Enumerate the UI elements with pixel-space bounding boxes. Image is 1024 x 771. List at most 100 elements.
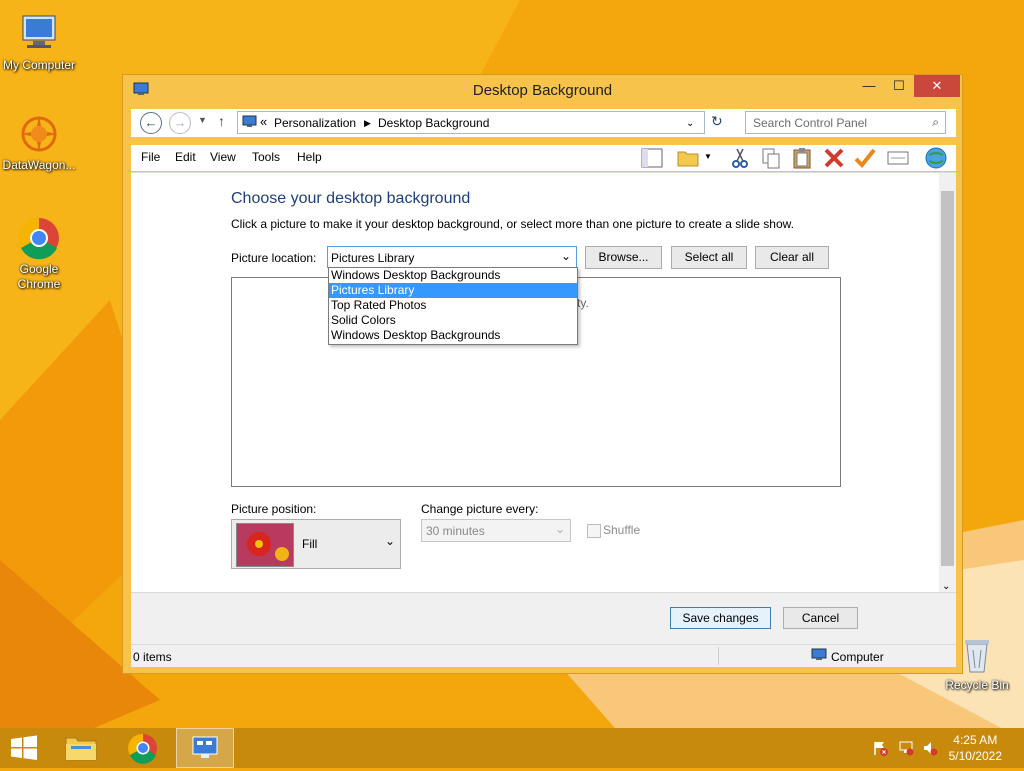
chevron-right-icon[interactable]: ▶ [364, 118, 371, 129]
check-icon[interactable] [853, 146, 877, 170]
picture-location-value: Pictures Library [331, 251, 415, 265]
menu-bar: File Edit View Tools Help ▼ [131, 145, 956, 171]
computer-icon [17, 12, 61, 56]
chevron-down-icon[interactable]: ⌄ [686, 118, 694, 129]
clock-time: 4:25 AM [953, 733, 998, 747]
picture-area-message: ty. [577, 296, 589, 310]
control-panel-icon [242, 115, 257, 132]
picture-position-value: Fill [302, 537, 318, 551]
chevron-down-icon: ⌄ [560, 249, 571, 263]
chrome-icon [17, 216, 61, 260]
content-pane: Choose your desktop background Click a p… [131, 172, 956, 593]
picture-position-preview-image [236, 523, 294, 567]
picture-location-label: Picture location: [231, 251, 317, 265]
shuffle-checkbox[interactable] [587, 524, 601, 538]
file-explorer-taskbar-button[interactable] [57, 728, 105, 768]
globe-icon[interactable] [924, 146, 948, 170]
paste-icon[interactable] [790, 146, 814, 170]
change-picture-value: 30 minutes [426, 524, 485, 538]
copy-icon[interactable] [759, 146, 783, 170]
dropdown-option-solid-colors[interactable]: Solid Colors [329, 313, 577, 328]
minimize-button[interactable]: — [854, 75, 884, 97]
start-button[interactable] [0, 728, 48, 768]
navigation-row: ← → ▼ ↑ « Personalization ▶ Desktop Back… [131, 109, 956, 137]
scroll-down-arrow-icon[interactable]: ⌄ [942, 581, 950, 592]
dropdown-option-windows-desktop-backgrounds-2[interactable]: Windows Desktop Backgrounds [329, 328, 577, 343]
menu-file[interactable]: File [141, 150, 160, 164]
save-changes-button[interactable]: Save changes [670, 607, 771, 629]
status-divider [718, 647, 719, 665]
action-center-flag-icon[interactable] [872, 740, 888, 759]
chrome-taskbar-button[interactable] [119, 728, 167, 768]
up-arrow-icon[interactable]: ↑ [218, 113, 225, 129]
change-picture-label: Change picture every: [421, 502, 539, 516]
window-title: Desktop Background [472, 82, 613, 99]
desktop-icon-datawagon[interactable]: DataWagon... [0, 112, 78, 173]
picture-location-dropdown-list[interactable]: Windows Desktop Backgrounds Pictures Lib… [328, 267, 578, 345]
breadcrumb-personalization[interactable]: Personalization [274, 116, 356, 130]
desktop-icon-google-chrome[interactable]: Google Chrome [0, 216, 78, 292]
dropdown-option-windows-desktop-backgrounds[interactable]: Windows Desktop Backgrounds [329, 268, 577, 283]
dropdown-option-top-rated-photos[interactable]: Top Rated Photos [329, 298, 577, 313]
desktop-icon-label: DataWagon... [2, 158, 76, 172]
search-icon[interactable]: ⌕ [932, 115, 939, 130]
system-clock[interactable]: 4:25 AM 5/10/2022 [949, 732, 1002, 764]
layout-icon[interactable] [640, 146, 664, 170]
maximize-button[interactable]: ☐ [884, 75, 914, 97]
cancel-button[interactable]: Cancel [783, 607, 858, 629]
picture-location-select[interactable]: Pictures Library ⌄ [327, 246, 577, 268]
action-footer: Save changes Cancel [131, 592, 956, 645]
clear-all-button[interactable]: Clear all [755, 246, 829, 269]
chevron-down-icon: ⌄ [384, 534, 395, 548]
search-input[interactable]: Search Control Panel ⌕ [745, 111, 946, 134]
address-bar[interactable]: « Personalization ▶ Desktop Background ⌄ [237, 111, 705, 134]
control-panel-taskbar-button[interactable] [176, 728, 234, 768]
breadcrumb-desktop-background[interactable]: Desktop Background [378, 116, 489, 130]
delete-icon[interactable] [822, 146, 846, 170]
properties-icon[interactable] [886, 146, 910, 170]
back-button[interactable]: ← [140, 112, 162, 134]
folder-dropdown-chevron-icon[interactable]: ▼ [704, 152, 712, 161]
clock-date: 5/10/2022 [948, 749, 1002, 763]
desktop-icon-label: Google Chrome [17, 262, 61, 291]
computer-icon [811, 648, 827, 665]
picture-position-label: Picture position: [231, 502, 317, 516]
item-count: 0 items [133, 650, 172, 664]
desktop-icon-label: Recycle Bin [945, 678, 1009, 692]
chrome-icon [128, 733, 157, 764]
refresh-icon[interactable]: ↻ [711, 113, 723, 130]
status-location: Computer [831, 650, 884, 664]
menu-help[interactable]: Help [297, 150, 322, 164]
network-icon[interactable] [898, 740, 914, 759]
folder-icon [65, 737, 97, 761]
windows-logo-icon [11, 735, 37, 760]
close-button[interactable]: ✕ [914, 75, 960, 97]
dropdown-option-pictures-library[interactable]: Pictures Library [329, 283, 577, 298]
desktop-background-window: Desktop Background — ☐ ✕ ← → ▼ ↑ « Perso… [122, 74, 963, 674]
scrollbar-thumb[interactable] [941, 191, 954, 566]
taskbar: 4:25 AM 5/10/2022 [0, 728, 1024, 768]
cut-icon[interactable] [728, 146, 752, 170]
picture-position-select[interactable]: Fill ⌄ [231, 519, 401, 569]
status-bar: 0 items Computer [131, 644, 956, 667]
browse-button[interactable]: Browse... [585, 246, 662, 269]
change-picture-select[interactable]: 30 minutes ⌄ [421, 519, 571, 542]
page-title: Choose your desktop background [231, 190, 471, 207]
desktop-icon-label: My Computer [2, 58, 76, 72]
desktop-icon-my-computer[interactable]: My Computer [0, 12, 78, 73]
menu-edit[interactable]: Edit [175, 150, 196, 164]
page-instructions: Click a picture to make it your desktop … [231, 217, 794, 231]
forward-button[interactable]: → [169, 112, 191, 134]
volume-muted-icon[interactable] [922, 740, 938, 759]
menu-tools[interactable]: Tools [252, 150, 280, 164]
title-bar[interactable]: Desktop Background — ☐ ✕ [123, 75, 962, 105]
vertical-scrollbar[interactable]: ⌄ [939, 173, 956, 593]
select-all-button[interactable]: Select all [671, 246, 747, 269]
recent-pages-chevron-icon[interactable]: ▼ [198, 115, 207, 125]
folder-icon[interactable] [676, 146, 700, 170]
chevron-down-icon: ⌄ [554, 522, 565, 536]
breadcrumb-separator: « [260, 114, 268, 129]
menu-view[interactable]: View [210, 150, 236, 164]
datawagon-icon [17, 112, 61, 156]
shuffle-label: Shuffle [603, 523, 641, 537]
